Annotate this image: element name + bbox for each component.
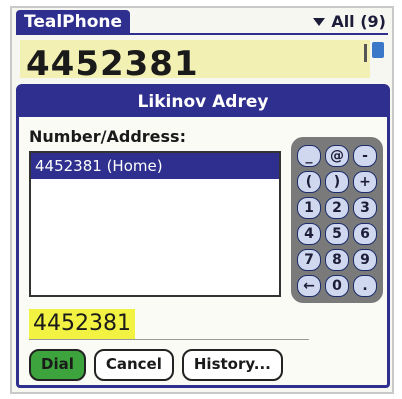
key-1[interactable]: 1 [297,197,321,219]
palm-screen: TealPhone All (9) 4452381 Likinov Adrey … [10,6,394,394]
title-underline [16,33,388,35]
key-close-paren[interactable]: ) [325,171,349,193]
history-button[interactable]: History... [181,349,283,381]
dial-dialog: Likinov Adrey Number/Address: 4452381 (H… [16,84,390,388]
dropdown-arrow-icon [313,18,326,26]
dial-button[interactable]: Dial [29,349,86,381]
key-6[interactable]: 6 [353,223,377,245]
key-5[interactable]: 5 [325,223,349,245]
key-7[interactable]: 7 [297,249,321,271]
number-value: 4452381 [29,309,135,339]
category-selector[interactable]: All (9) [313,11,386,33]
text-cursor [364,44,367,62]
key-open-paren[interactable]: ( [297,171,321,193]
number-list[interactable]: 4452381 (Home) [29,151,281,297]
lookup-text: 4452381 [26,44,199,78]
keypad: _ @ - ( ) + 1 2 3 4 5 6 7 8 9 ← 0 . [291,137,383,303]
number-address-label: Number/Address: [29,127,186,146]
key-2[interactable]: 2 [325,197,349,219]
scroll-icon[interactable] [372,42,384,58]
key-dash[interactable]: - [353,145,377,167]
dialog-title: Likinov Adrey [19,87,387,117]
list-item[interactable]: 4452381 (Home) [31,153,279,179]
lookup-field[interactable]: 4452381 [20,40,370,78]
category-label: All (9) [331,12,386,31]
key-plus[interactable]: + [353,171,377,193]
key-0[interactable]: 0 [325,275,349,297]
key-underscore[interactable]: _ [297,145,321,167]
button-row: Dial Cancel History... [29,349,283,381]
key-dot[interactable]: . [353,275,377,297]
key-4[interactable]: 4 [297,223,321,245]
key-8[interactable]: 8 [325,249,349,271]
key-3[interactable]: 3 [353,197,377,219]
app-title[interactable]: TealPhone [16,10,131,34]
cancel-button[interactable]: Cancel [93,349,174,381]
key-9[interactable]: 9 [353,249,377,271]
key-at[interactable]: @ [325,145,349,167]
title-bar: TealPhone All (9) [12,8,392,36]
backspace-icon[interactable]: ← [297,275,321,297]
number-input[interactable]: 4452381 [29,309,309,340]
